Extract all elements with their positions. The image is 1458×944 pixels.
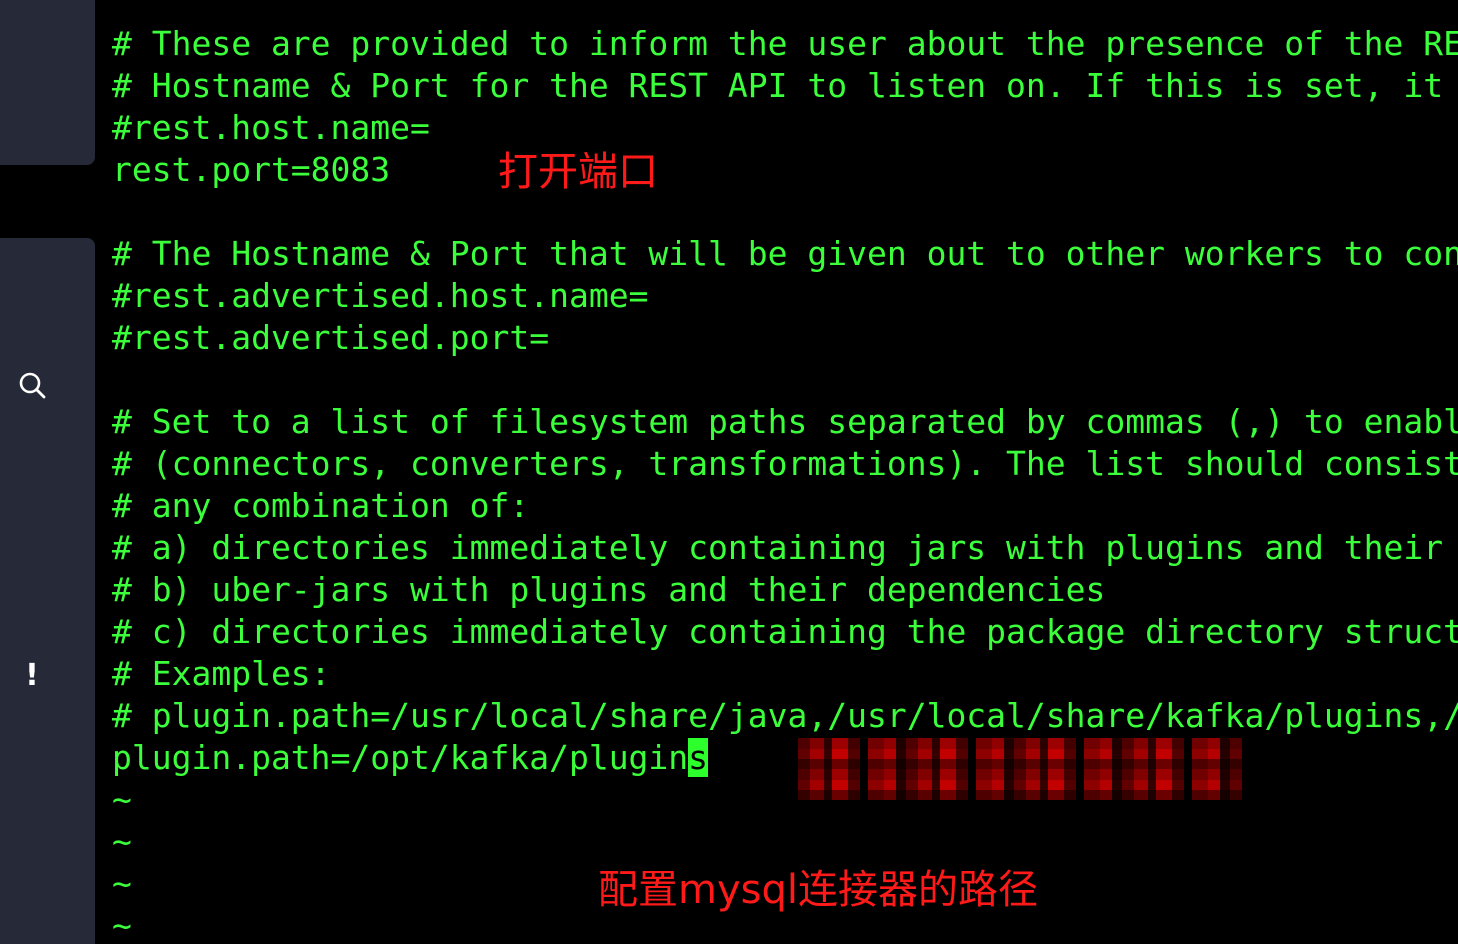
- code-line-active: plugin.path=/opt/kafka/plugins: [112, 737, 1458, 779]
- sidebar-bottom-panel: [0, 238, 95, 944]
- code-line: #rest.host.name=: [112, 108, 430, 147]
- terminal-editor[interactable]: # These are provided to inform the user …: [112, 23, 1458, 944]
- code-line: rest.port=8083: [112, 150, 391, 189]
- annotation-open-port: 打开端口: [498, 149, 658, 195]
- alert-icon[interactable]: !: [20, 658, 44, 694]
- tilde-line: ~: [112, 780, 132, 819]
- code-line: #rest.advertised.port=: [112, 318, 550, 357]
- code-line: # Examples:: [112, 654, 331, 693]
- code-line: # a) directories immediately containing …: [112, 528, 1444, 567]
- sidebar-top-panel: [0, 0, 95, 165]
- code-line: # Hostname & Port for the REST API to li…: [112, 66, 1444, 105]
- code-line: # plugin.path=/usr/local/share/java,/usr…: [112, 696, 1458, 735]
- code-line: #rest.advertised.host.name=: [112, 276, 649, 315]
- code-line: # c) directories immediately containing …: [112, 612, 1458, 651]
- tilde-line: ~: [112, 822, 132, 861]
- redacted-annotation: [798, 738, 1242, 800]
- search-icon[interactable]: [17, 370, 49, 402]
- code-line: # The Hostname & Port that will be given…: [112, 234, 1458, 273]
- code-line: # (connectors, converters, transformatio…: [112, 444, 1458, 483]
- plugin-path-value: plugin.path=/opt/kafka/plugin: [112, 738, 689, 777]
- annotation-plugin-path: 配置mysql连接器的路径: [598, 867, 1038, 913]
- code-line: # any combination of:: [112, 486, 530, 525]
- code-line: # These are provided to inform the user …: [112, 24, 1458, 63]
- text-cursor: s: [688, 738, 709, 777]
- code-line: # Set to a list of filesystem paths sepa…: [112, 402, 1458, 441]
- code-line: # b) uber-jars with plugins and their de…: [112, 570, 1106, 609]
